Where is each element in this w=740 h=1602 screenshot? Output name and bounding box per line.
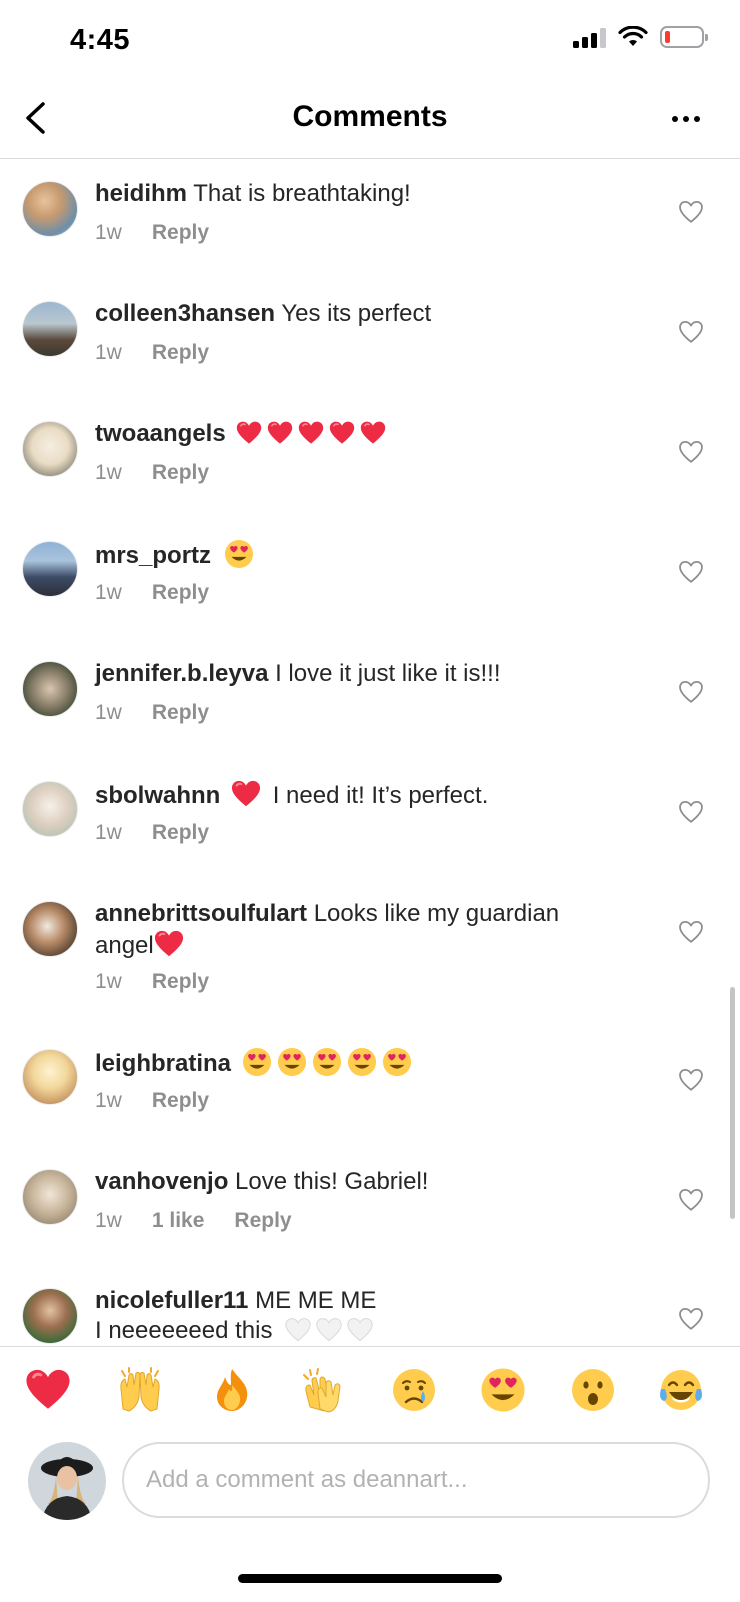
clapping-hands-icon[interactable]	[300, 1367, 346, 1413]
scrollbar[interactable]	[730, 987, 735, 1219]
comments-header: Comments	[0, 80, 740, 159]
raising-hands-icon[interactable]	[117, 1367, 163, 1413]
comment-composer	[0, 1440, 740, 1536]
heart-eyes-icon	[382, 1047, 412, 1077]
heart-eyes-icon	[347, 1047, 377, 1077]
more-horizontal-icon[interactable]	[666, 104, 706, 134]
avatar[interactable]	[28, 1442, 106, 1520]
reply-button[interactable]: Reply	[152, 701, 209, 725]
avatar[interactable]	[22, 301, 78, 357]
comment-text: I love it just like it is!!!	[275, 660, 501, 687]
reply-button[interactable]: Reply	[152, 1089, 209, 1113]
comment-text: I need it! It’s perfect.	[272, 782, 489, 809]
comment-time: 1w	[95, 701, 122, 724]
avatar[interactable]	[22, 541, 78, 597]
white-heart-icon	[347, 1317, 373, 1343]
red-heart-icon	[231, 779, 261, 809]
comment-time: 1w	[95, 581, 122, 604]
comment-emoji-group	[242, 1050, 417, 1077]
reply-button[interactable]: Reply	[152, 221, 209, 245]
like-count-button[interactable]: 1 like	[152, 1209, 205, 1233]
like-heart-icon[interactable]	[678, 1187, 704, 1213]
white-heart-icon	[316, 1317, 342, 1343]
reply-button[interactable]: Reply	[152, 970, 209, 994]
reply-button[interactable]: Reply	[152, 461, 209, 485]
like-heart-icon[interactable]	[678, 919, 704, 945]
fire-icon[interactable]	[209, 1367, 255, 1413]
astonished-face-icon[interactable]	[570, 1367, 616, 1413]
comment-username[interactable]: heidihm	[95, 180, 187, 207]
comment-username[interactable]: mrs_portz	[95, 542, 211, 569]
like-heart-icon[interactable]	[678, 559, 704, 585]
my-profile-photo	[28, 1442, 106, 1520]
comment-time: 1w	[95, 970, 122, 993]
like-heart-icon[interactable]	[678, 1067, 704, 1093]
like-heart-icon[interactable]	[678, 319, 704, 345]
heart-eyes-icon	[277, 1047, 307, 1077]
reply-button[interactable]: Reply	[234, 1209, 291, 1233]
like-heart-icon[interactable]	[678, 799, 704, 825]
heart-eyes-icon	[224, 539, 254, 569]
like-heart-icon[interactable]	[678, 679, 704, 705]
status-bar: 4:45	[0, 0, 740, 80]
comment-time: 1w	[95, 221, 122, 244]
comment-text: That is breathtaking!	[193, 180, 411, 207]
comment-username[interactable]: leighbratina	[95, 1050, 231, 1077]
avatar[interactable]	[22, 181, 78, 237]
comment-time: 1w	[95, 341, 122, 364]
comment-text: ME ME ME	[255, 1287, 377, 1314]
comment-time: 1w	[95, 1209, 122, 1232]
white-heart-icon	[285, 1317, 311, 1343]
crying-face-icon[interactable]	[391, 1367, 437, 1413]
comment-username[interactable]: colleen3hansen	[95, 300, 275, 327]
reply-button[interactable]: Reply	[152, 821, 209, 845]
avatar[interactable]	[22, 1049, 78, 1105]
comment-username[interactable]: twoaangels	[95, 420, 226, 447]
comment-time: 1w	[95, 461, 122, 484]
battery-icon	[660, 26, 708, 48]
cellular-signal-icon	[573, 26, 606, 48]
comment-list[interactable]: heidihm That is breathtaking! 1w Reply c…	[0, 159, 740, 1346]
comment-username[interactable]: vanhovenjo	[95, 1168, 228, 1195]
red-heart-icon	[298, 420, 324, 446]
comment-time: 1w	[95, 1089, 122, 1112]
heart-eyes-icon	[242, 1047, 272, 1077]
comment-input[interactable]	[122, 1442, 710, 1518]
avatar[interactable]	[22, 661, 78, 717]
avatar[interactable]	[22, 901, 78, 957]
avatar[interactable]	[22, 1288, 78, 1344]
avatar[interactable]	[22, 781, 78, 837]
like-heart-icon[interactable]	[678, 1306, 704, 1332]
comment-text: Love this! Gabriel!	[235, 1168, 429, 1195]
home-indicator[interactable]	[238, 1574, 502, 1583]
comment-username[interactable]: nicolefuller11	[95, 1287, 248, 1314]
like-heart-icon[interactable]	[678, 439, 704, 465]
avatar[interactable]	[22, 1169, 78, 1225]
avatar[interactable]	[22, 421, 78, 477]
comment-username[interactable]: annebrittsoulfulart	[95, 900, 307, 927]
page-title: Comments	[292, 100, 448, 133]
reply-button[interactable]: Reply	[152, 581, 209, 605]
comment-text-line2: I neeeeeeed this	[95, 1317, 273, 1344]
heart-eyes-icon[interactable]	[480, 1367, 526, 1413]
red-heart-icon	[267, 420, 293, 446]
comment-username[interactable]: jennifer.b.leyva	[95, 660, 268, 687]
red-heart-icon	[236, 420, 262, 446]
status-time: 4:45	[70, 24, 131, 56]
red-heart-icon	[360, 420, 386, 446]
comment-text: Yes its perfect	[281, 300, 432, 327]
tears-of-joy-icon[interactable]	[658, 1367, 704, 1413]
reply-button[interactable]: Reply	[152, 341, 209, 365]
red-heart-icon[interactable]	[25, 1367, 71, 1413]
heart-eyes-icon	[312, 1047, 342, 1077]
status-icons	[573, 26, 708, 48]
comment-time: 1w	[95, 821, 122, 844]
quick-emoji-bar	[0, 1346, 740, 1433]
wifi-icon	[618, 26, 648, 46]
red-heart-icon	[329, 420, 355, 446]
like-heart-icon[interactable]	[678, 199, 704, 225]
comment-emoji-group	[236, 420, 391, 447]
comment-username[interactable]: sbolwahnn	[95, 782, 220, 809]
red-heart-icon	[154, 929, 184, 959]
